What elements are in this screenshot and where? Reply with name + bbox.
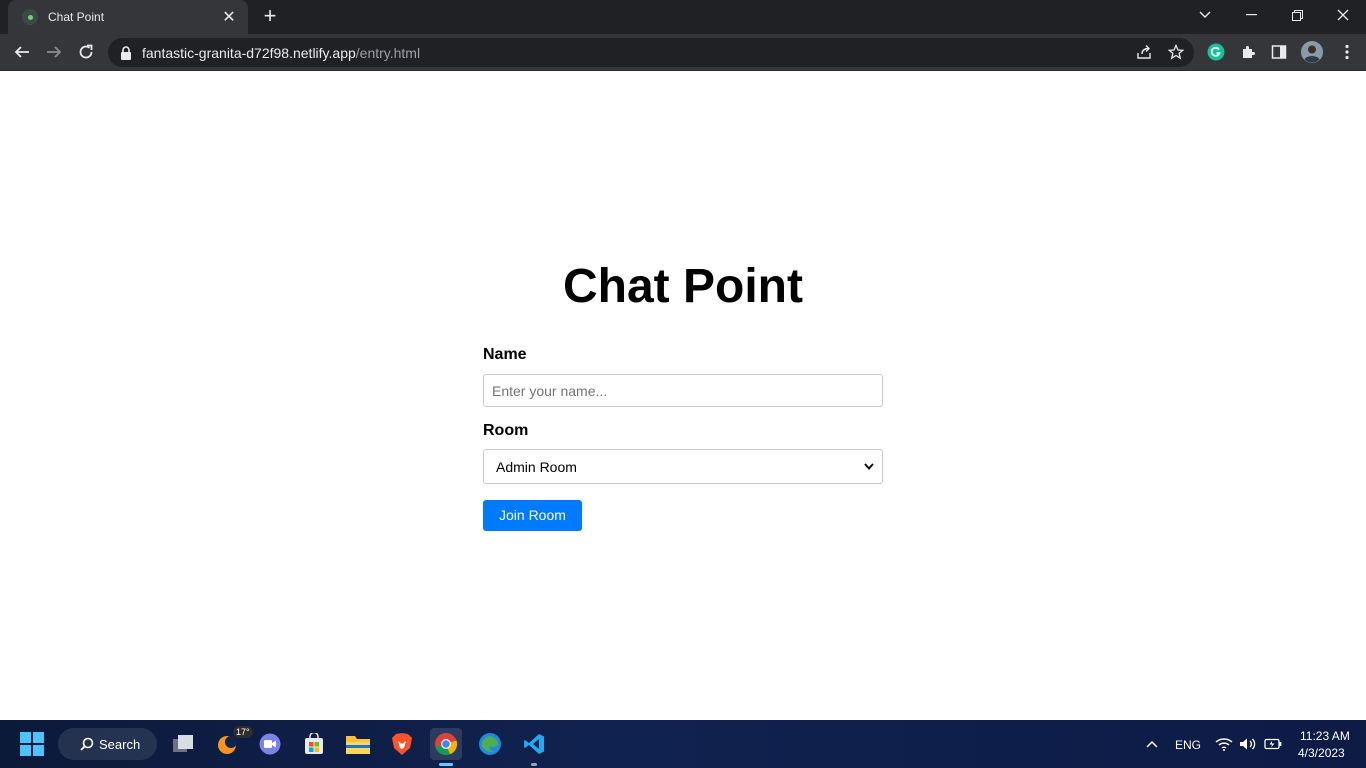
windows-logo-icon (20, 732, 44, 756)
reload-button[interactable] (72, 38, 100, 66)
task-view-icon[interactable] (167, 728, 199, 760)
language-indicator[interactable]: ENG (1175, 738, 1201, 752)
windows-taskbar: Search 17° ENG 11:23 AM 4/3/2023 (0, 720, 1366, 768)
minimize-button[interactable] (1228, 0, 1274, 30)
tab-title: Chat Point (48, 10, 105, 24)
web-page: Chat Point Name Room Admin Room Join Roo… (0, 71, 1366, 720)
page-title: Chat Point (563, 260, 803, 313)
room-label: Room (483, 422, 529, 439)
url-host: fantastic-granita-d72f98.netlify.app (142, 44, 356, 61)
battery-icon[interactable] (1257, 728, 1289, 760)
grammarly-extension-icon[interactable] (1205, 41, 1227, 63)
search-icon (80, 737, 94, 751)
file-explorer-icon[interactable] (342, 728, 374, 760)
share-icon[interactable] (1134, 42, 1154, 62)
join-room-button[interactable]: Join Room (483, 500, 582, 531)
taskbar-search[interactable]: Search (58, 728, 157, 760)
teams-chat-icon[interactable] (254, 728, 286, 760)
active-app-indicator (439, 763, 453, 766)
close-window-button[interactable] (1320, 0, 1366, 30)
new-tab-button[interactable]: + (258, 5, 282, 29)
running-app-indicator (531, 763, 537, 766)
name-input[interactable] (483, 374, 883, 407)
clock-time[interactable]: 11:23 AM (1300, 729, 1350, 743)
name-label: Name (483, 346, 527, 363)
browser-toolbar: fantastic-granita-d72f98.netlify.app/ent… (0, 34, 1366, 71)
chrome-taskbar-icon[interactable] (430, 728, 462, 766)
vscode-icon[interactable] (518, 728, 550, 766)
room-select[interactable]: Admin Room (483, 449, 883, 484)
browser-menu-icon[interactable] (1336, 41, 1358, 63)
profile-avatar[interactable] (1301, 41, 1323, 63)
bookmark-star-icon[interactable] (1166, 42, 1186, 62)
show-hidden-icons-chevron-icon[interactable] (1136, 728, 1168, 760)
site-favicon-icon (22, 9, 38, 25)
side-panel-icon[interactable] (1268, 41, 1290, 63)
extensions-puzzle-icon[interactable] (1237, 41, 1259, 63)
start-button[interactable] (16, 728, 48, 760)
lock-icon[interactable] (120, 45, 132, 60)
tab-search-chevron-icon[interactable] (1182, 0, 1228, 30)
weather-widget-icon[interactable]: 17° (211, 726, 253, 760)
forward-button[interactable] (40, 38, 68, 66)
clock-date[interactable]: 4/3/2023 (1298, 746, 1345, 760)
url-path: /entry.html (355, 44, 421, 61)
restore-button[interactable] (1274, 0, 1320, 30)
address-bar[interactable]: fantastic-granita-d72f98.netlify.app/ent… (108, 38, 1194, 67)
weather-temp: 17° (233, 726, 253, 738)
join-form: Name Room Admin Room Join Room (483, 346, 883, 531)
tab-close-icon[interactable]: ✕ (220, 7, 238, 27)
back-button[interactable] (8, 38, 36, 66)
microsoft-store-icon[interactable] (298, 728, 330, 760)
search-label: Search (99, 736, 141, 752)
browser-tabstrip: Chat Point ✕ + (0, 0, 1366, 34)
tab-chat-point[interactable]: Chat Point ✕ (8, 0, 248, 34)
chevron-down-icon (864, 463, 874, 470)
room-select-value: Admin Room (496, 458, 577, 475)
edge-browser-icon[interactable] (474, 728, 506, 760)
brave-browser-icon[interactable] (386, 728, 418, 760)
